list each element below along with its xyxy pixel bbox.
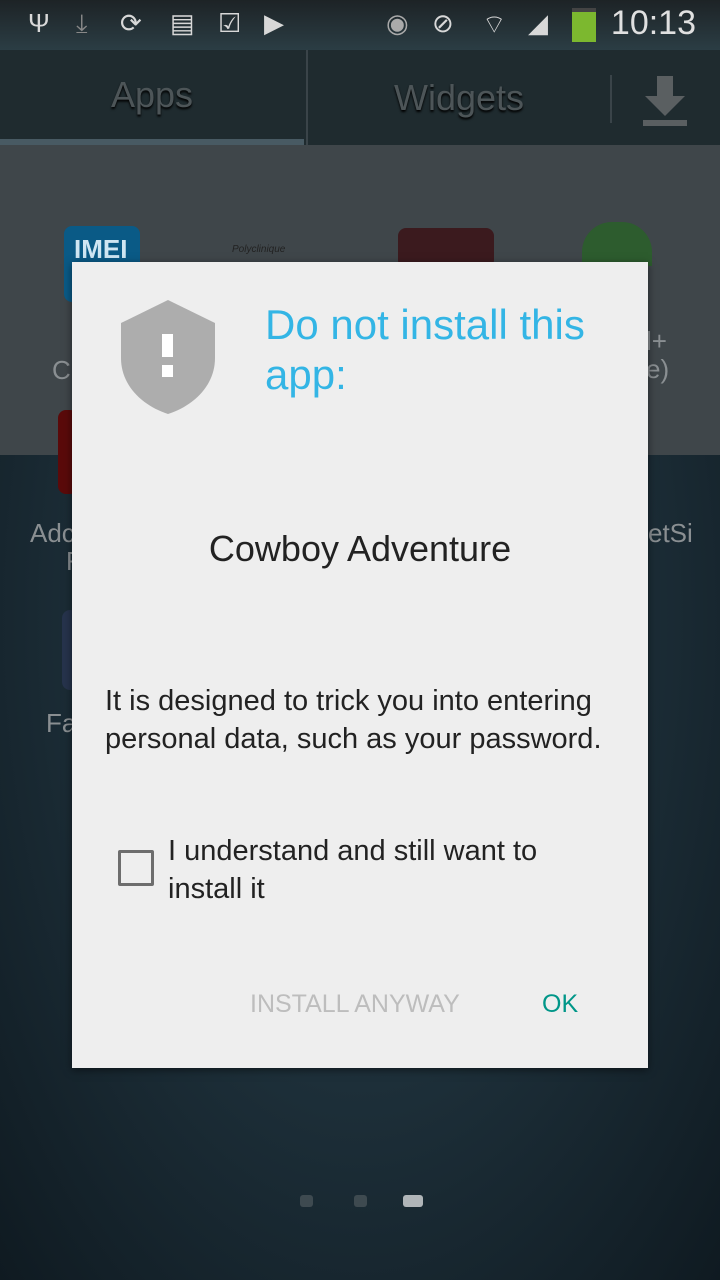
install-anyway-button[interactable]: INSTALL ANYWAY (250, 990, 460, 1019)
play-store-icon: ▶ (264, 8, 284, 38)
vibrate-mute-icon: ⊘ (432, 8, 454, 38)
app-label: e) (646, 354, 670, 384)
sync-icon: ⟳ (120, 8, 142, 38)
tab-widgets[interactable]: Widgets (306, 50, 610, 145)
tab-apps[interactable]: Apps (0, 50, 304, 145)
page-indicator-dot[interactable] (354, 1195, 367, 1207)
signal-icon: ◢ (528, 8, 548, 38)
page-indicator-dot-active[interactable] (403, 1195, 423, 1207)
dialog-title: Do not install this app: (265, 301, 585, 398)
download-icon[interactable] (640, 72, 690, 128)
status-bar: Ψ ⤓ ⟳ ▤ ☑ ▶ ◉ ⊘ ⌔ ◢ 10:13 (0, 0, 720, 50)
ok-button[interactable]: OK (542, 990, 578, 1019)
app-label: C (52, 355, 71, 385)
tab-divider (610, 75, 612, 123)
app-icon-shield[interactable] (582, 222, 652, 266)
eye-icon: ◉ (386, 8, 409, 38)
app-icon-polyclinique[interactable]: Polyclinique (232, 244, 285, 255)
app-name: Cowboy Adventure (208, 528, 512, 569)
sim-error-icon: ▤ (170, 8, 195, 38)
page-indicator-dot[interactable] (300, 1195, 313, 1207)
clock: 10:13 (610, 4, 696, 42)
tab-bar: Apps Widgets (0, 50, 720, 145)
usb-icon: Ψ (28, 8, 50, 38)
app-label: Adc (30, 518, 75, 548)
checkbox-label[interactable]: I understand and still want to install i… (168, 832, 618, 908)
app-label: l+ (646, 326, 667, 356)
understand-checkbox[interactable] (118, 850, 154, 886)
shopping-bag-check-icon: ☑ (218, 8, 242, 38)
wifi-icon: ⌔ (482, 9, 507, 39)
shield-alert-icon (121, 300, 215, 414)
warning-message: It is designed to trick you into enterin… (105, 685, 602, 755)
app-label: etSi (648, 518, 693, 548)
warning-dialog: Do not install this app: Cowboy Adventur… (72, 262, 648, 1068)
battery-charging-icon (572, 8, 596, 42)
download-icon: ⤓ (76, 8, 88, 38)
